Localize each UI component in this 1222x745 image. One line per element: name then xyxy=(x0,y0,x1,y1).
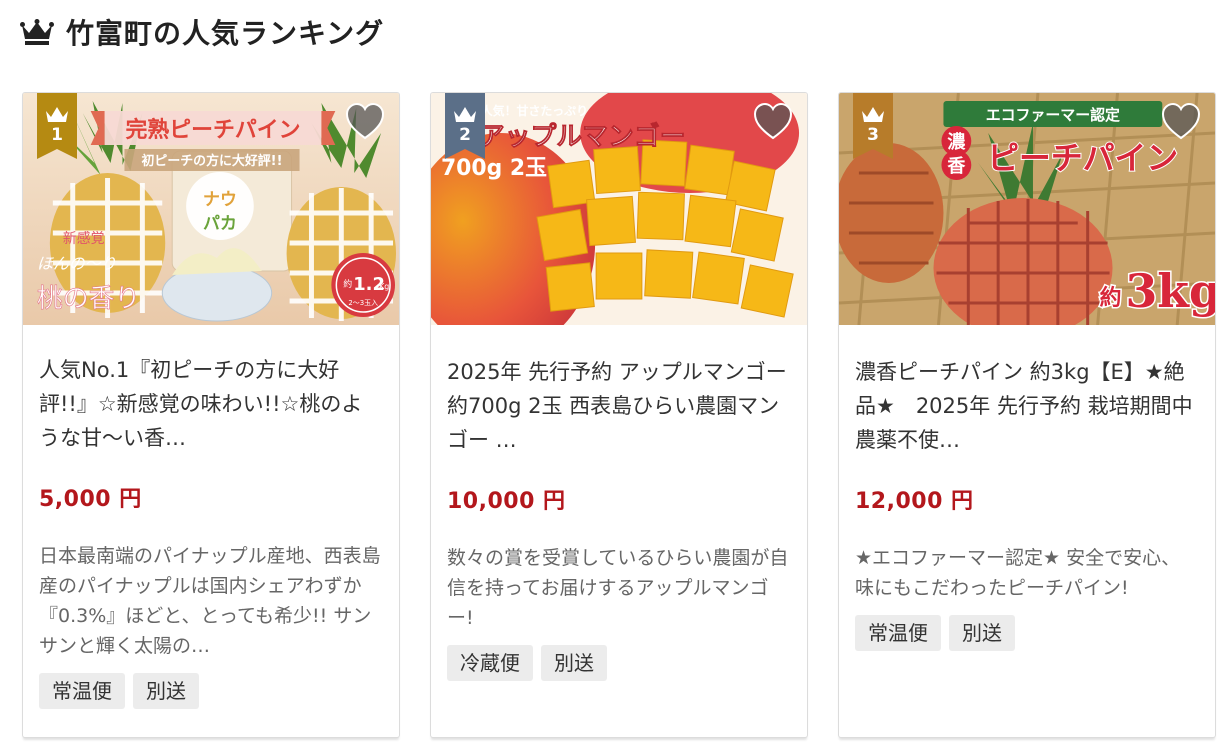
svg-text:新感覚: 新感覚 xyxy=(63,230,105,247)
product-image[interactable]: 人気！甘さたっぷり アップルマンゴー 700g 2玉 2 xyxy=(431,93,807,325)
svg-text:初ピーチの方に大好評!!: 初ピーチの方に大好評!! xyxy=(142,153,283,169)
product-image[interactable]: エコファーマー認定 濃 香 ピーチパイン 約 3kg 3 xyxy=(839,93,1215,325)
mango-photo: 人気！甘さたっぷり アップルマンゴー 700g 2玉 xyxy=(431,93,807,325)
product-description: 数々の賞を受賞しているひらい農園が自信を持ってお届けするアップルマンゴー! xyxy=(447,547,789,629)
heart-icon xyxy=(345,102,385,140)
product-price: 5,000 円 xyxy=(39,487,142,512)
heart-icon xyxy=(753,102,793,140)
svg-text:3kg: 3kg xyxy=(1125,264,1215,318)
rank-number: 1 xyxy=(51,125,63,145)
svg-text:2〜3玉入: 2〜3玉入 xyxy=(348,299,378,307)
pineapple-photo: エコファーマー認定 濃 香 ピーチパイン 約 3kg xyxy=(839,93,1215,325)
svg-text:桃の香り: 桃の香り xyxy=(37,284,140,314)
product-card-2[interactable]: 人気！甘さたっぷり アップルマンゴー 700g 2玉 2 2025年 先行予約 … xyxy=(430,92,808,738)
crown-icon xyxy=(20,19,54,45)
rank-badge: 3 xyxy=(853,93,893,159)
svg-text:アップルマンゴー: アップルマンゴー xyxy=(479,121,686,152)
svg-text:ほんの〜り: ほんの〜り xyxy=(37,254,117,273)
heart-icon xyxy=(1161,102,1201,140)
tag-shipping: 冷蔵便 xyxy=(447,645,533,681)
svg-text:Kg: Kg xyxy=(379,282,389,291)
favorite-button[interactable] xyxy=(345,102,385,141)
product-description: 日本最南端のパイナップル産地、西表島産のパイナップルは国内シェアわずか『0.3%… xyxy=(39,545,381,657)
tag-separate: 別送 xyxy=(949,615,1015,651)
product-card-1[interactable]: 完熟ピーチパイン 初ピーチの方に大好評!! ナウ パカ 新感覚 ほんの〜り 桃の… xyxy=(22,92,400,738)
image-headline: 完熟ピーチパイン xyxy=(125,117,300,143)
tag-list: 冷蔵便 別送 xyxy=(447,645,791,681)
favorite-button[interactable] xyxy=(753,102,793,141)
product-image[interactable]: 完熟ピーチパイン 初ピーチの方に大好評!! ナウ パカ 新感覚 ほんの〜り 桃の… xyxy=(23,93,399,325)
pineapple-photo: 完熟ピーチパイン 初ピーチの方に大好評!! ナウ パカ 新感覚 ほんの〜り 桃の… xyxy=(23,93,399,325)
tag-separate: 別送 xyxy=(133,673,199,709)
svg-text:人気！甘さたっぷり: 人気！甘さたっぷり xyxy=(481,103,588,118)
favorite-button[interactable] xyxy=(1161,102,1201,141)
rank-number: 2 xyxy=(459,125,471,145)
svg-text:パカ: パカ xyxy=(203,213,237,233)
tag-list: 常温便 別送 xyxy=(39,673,383,709)
svg-text:エコファーマー認定: エコファーマー認定 xyxy=(986,106,1120,124)
svg-text:香: 香 xyxy=(946,156,966,177)
section-header: 竹富町の人気ランキング xyxy=(20,12,384,52)
product-name[interactable]: 濃香ピーチパイン 約3kg【E】★絶品★ 2025年 先行予約 栽培期間中 農薬… xyxy=(855,355,1199,457)
svg-text:約: 約 xyxy=(1100,285,1122,311)
product-price: 12,000 円 xyxy=(855,489,974,514)
rank-number: 3 xyxy=(867,125,879,145)
svg-text:700g 2玉: 700g 2玉 xyxy=(441,156,547,181)
product-name[interactable]: 人気No.1『初ピーチの方に大好評!!』☆新感覚の味わい!!☆桃のような甘〜い香… xyxy=(39,353,383,455)
svg-text:ナウ: ナウ xyxy=(203,189,237,209)
product-description: ★エコファーマー認定★ 安全で安心、味にもこだわったピーチパイン! xyxy=(855,547,1181,599)
product-card-3[interactable]: エコファーマー認定 濃 香 ピーチパイン 約 3kg 3 濃香ピーチパイン 約3… xyxy=(838,92,1216,738)
svg-text:ピーチパイン: ピーチパイン xyxy=(987,139,1178,177)
product-name[interactable]: 2025年 先行予約 アップルマンゴー 約700g 2玉 西表島ひらい農園マンゴ… xyxy=(447,355,791,457)
tag-list: 常温便 別送 xyxy=(855,615,1199,651)
rank-badge: 1 xyxy=(37,93,77,159)
tag-separate: 別送 xyxy=(541,645,607,681)
svg-text:濃: 濃 xyxy=(947,131,966,153)
tag-shipping: 常温便 xyxy=(39,673,125,709)
tag-shipping: 常温便 xyxy=(855,615,941,651)
svg-text:約: 約 xyxy=(343,278,352,290)
product-price: 10,000 円 xyxy=(447,489,566,514)
page-title: 竹富町の人気ランキング xyxy=(66,17,385,50)
rank-badge: 2 xyxy=(445,93,485,159)
